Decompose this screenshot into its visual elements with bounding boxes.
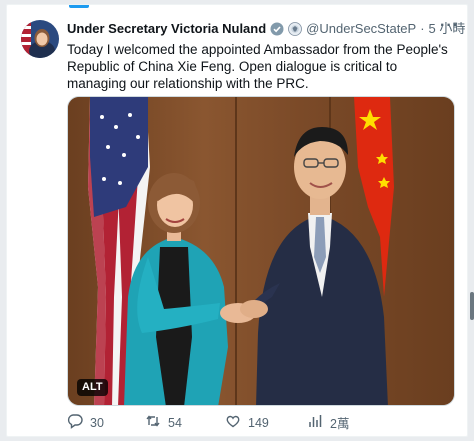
more-icon[interactable]: ··· <box>440 17 459 35</box>
reply-count: 30 <box>90 415 104 430</box>
like-icon <box>225 413 241 432</box>
reply-icon <box>67 413 83 432</box>
alt-text-badge[interactable]: ALT <box>77 379 108 396</box>
state-department-seal-icon <box>288 22 303 36</box>
tweet-card[interactable]: Under Secretary Victoria Nuland @UnderSe… <box>6 4 468 437</box>
scrollbar-thumb[interactable] <box>470 292 474 320</box>
tweet-text: Today I welcomed the appointed Ambassado… <box>67 42 448 91</box>
tweet-header: Under Secretary Victoria Nuland @UnderSe… <box>67 21 465 37</box>
retweet-button[interactable]: 54 <box>145 413 182 432</box>
tab-indicator <box>69 5 89 8</box>
author-handle[interactable]: @UnderSecStateP <box>306 21 416 37</box>
separator-dot: · <box>420 21 425 36</box>
author-name[interactable]: Under Secretary Victoria Nuland <box>67 21 266 37</box>
retweet-icon <box>145 413 161 432</box>
reply-button[interactable]: 30 <box>67 413 104 432</box>
verified-badge-icon <box>270 22 284 36</box>
tweet-actions: 30 54 149 2萬 <box>67 413 459 433</box>
views-button[interactable]: 2萬 <box>307 413 349 432</box>
like-button[interactable]: 149 <box>225 413 269 432</box>
views-icon <box>307 413 323 432</box>
views-count: 2萬 <box>330 417 350 431</box>
avatar[interactable] <box>21 20 59 58</box>
like-count: 149 <box>248 415 269 430</box>
tweet-photo[interactable]: ALT <box>67 96 455 406</box>
retweet-count: 54 <box>168 415 182 430</box>
